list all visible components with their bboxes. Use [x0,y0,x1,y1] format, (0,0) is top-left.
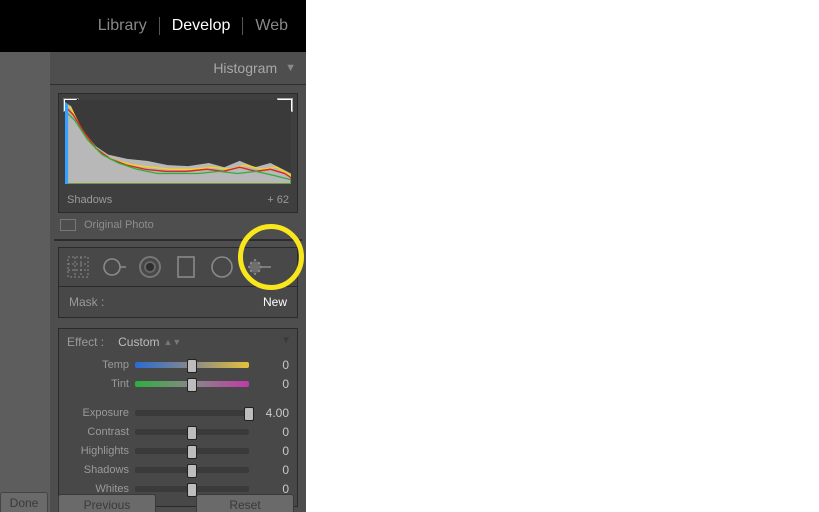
graduated-filter-tool-icon[interactable] [173,254,199,280]
slider-label: Shadows [67,464,135,476]
previous-button[interactable]: Previous [58,494,156,512]
slider-label: Tint [67,378,135,390]
adjustment-brush-tool-icon[interactable] [245,254,271,280]
slider-value[interactable]: 0 [249,444,289,458]
slider-thumb[interactable] [187,378,197,392]
nav-library[interactable]: Library [86,17,159,35]
slider-value[interactable]: 0 [249,377,289,391]
slider-label: Temp [67,359,135,371]
slider-highlights[interactable]: Highlights 0 [67,441,289,460]
radial-filter-tool-icon[interactable] [209,254,235,280]
histogram-region-label: Shadows [67,194,112,206]
slider-contrast[interactable]: Contrast 0 [67,422,289,441]
spot-removal-tool-icon[interactable] [101,254,127,280]
histogram-title: Histogram [213,60,277,76]
updown-icon: ▲▼ [163,337,181,347]
reset-button[interactable]: Reset [196,494,294,512]
rectangle-icon [60,219,76,231]
slider-label: Contrast [67,426,135,438]
slider-track[interactable] [135,381,249,387]
redeye-tool-icon[interactable] [137,254,163,280]
local-adjust-toolstrip [58,247,298,287]
disclosure-icon[interactable]: ▼ [281,335,291,346]
nav-develop[interactable]: Develop [160,17,243,35]
mask-new-button[interactable]: New [263,295,287,309]
mask-row: Mask : New [58,287,298,318]
slider-thumb[interactable] [244,407,254,421]
slider-track[interactable] [135,410,249,416]
effect-preset-dropdown[interactable]: Custom [118,335,159,349]
slider-thumb[interactable] [187,464,197,478]
slider-thumb[interactable] [187,426,197,440]
slider-track[interactable] [135,467,249,473]
slider-thumb[interactable] [187,445,197,459]
slider-temp[interactable]: Temp 0 [67,355,289,374]
slider-label: Highlights [67,445,135,457]
slider-shadows[interactable]: Shadows 0 [67,460,289,479]
original-photo-toggle[interactable]: Original Photo [60,219,296,231]
slider-value[interactable]: 0 [249,463,289,477]
histogram-header[interactable]: Histogram ▼ [50,52,306,85]
slider-value[interactable]: 0 [249,425,289,439]
slider-label: Exposure [67,407,135,419]
effect-label: Effect : [67,335,104,349]
slider-track[interactable] [135,429,249,435]
crop-tool-icon[interactable] [65,254,91,280]
slider-exposure[interactable]: Exposure 4.00 [67,403,289,422]
module-nav: Library Develop Web [0,0,306,52]
slider-label: Whites [67,483,135,495]
slider-track[interactable] [135,486,249,492]
slider-tint[interactable]: Tint 0 [67,374,289,393]
histogram-region-value: + 62 [267,194,289,206]
nav-web[interactable]: Web [243,17,300,35]
mask-label: Mask : [69,295,104,309]
slider-track[interactable] [135,362,249,368]
bottom-buttons: Previous Reset [58,494,294,512]
slider-value[interactable]: 0 [249,358,289,372]
effect-panel: ▼ Effect : Custom ▲▼ Temp 0 Tint 0 Exposure… [58,328,298,507]
right-panel: Histogram ▼ Shadows + 62 Original Photo [50,52,306,512]
chevron-down-icon: ▼ [285,62,296,74]
filmstrip-edge [0,52,51,512]
done-button[interactable]: Done [0,492,48,512]
slider-thumb[interactable] [187,359,197,373]
slider-track[interactable] [135,448,249,454]
histogram-box: Shadows + 62 [58,93,298,213]
slider-value[interactable]: 4.00 [249,406,289,420]
original-photo-label: Original Photo [84,219,154,231]
panel-divider [54,239,302,241]
histogram-graph[interactable] [65,100,291,184]
